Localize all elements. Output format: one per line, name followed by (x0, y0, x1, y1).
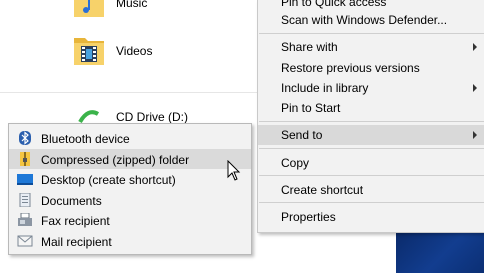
menu-item-label: Share with (281, 40, 338, 54)
documents-icon (19, 193, 31, 207)
menu-item-pin-start[interactable]: Pin to Start (258, 98, 484, 118)
submenu-arrow-icon (473, 84, 477, 92)
context-menu: Pin to Quick access Scan with Windows De… (257, 0, 484, 233)
videos-folder-icon (74, 38, 104, 65)
menu-item-label: Pin to Quick access (281, 0, 387, 9)
submenu-item-label: Mail recipient (41, 235, 112, 249)
menu-separator (259, 175, 484, 176)
desktop-background (396, 230, 484, 273)
menu-item-label: Include in library (281, 81, 369, 95)
send-to-mail[interactable]: Mail recipient (9, 231, 251, 251)
menu-item-label: Send to (281, 128, 323, 142)
menu-item-share-with[interactable]: Share with (258, 37, 484, 57)
menu-item-label: Pin to Start (281, 101, 341, 115)
menu-item-send-to[interactable]: Send to (258, 125, 484, 145)
music-folder-icon (74, 0, 104, 17)
menu-item-label: Scan with Windows Defender... (281, 13, 448, 27)
menu-separator (259, 33, 484, 34)
menu-item-properties[interactable]: Properties (258, 207, 484, 227)
explorer-item-label: Music (116, 0, 148, 10)
submenu-item-label: Compressed (zipped) folder (41, 153, 190, 167)
fax-icon (18, 213, 32, 226)
send-to-compressed-folder[interactable]: Compressed (zipped) folder (9, 149, 251, 169)
explorer-item-label: Videos (116, 44, 153, 58)
section-divider (0, 92, 260, 93)
submenu-item-label: Desktop (create shortcut) (41, 173, 176, 187)
send-to-desktop[interactable]: Desktop (create shortcut) (9, 169, 251, 189)
send-to-bluetooth[interactable]: Bluetooth device (9, 128, 251, 148)
submenu-arrow-icon (473, 43, 477, 51)
submenu-item-label: Fax recipient (41, 214, 110, 228)
send-to-fax[interactable]: Fax recipient (9, 210, 251, 230)
send-to-documents[interactable]: Documents (9, 190, 251, 210)
submenu-item-label: Documents (41, 194, 102, 208)
menu-separator (259, 121, 484, 122)
explorer-item-label: CD Drive (D:) (116, 110, 188, 124)
mouse-pointer-icon (227, 160, 241, 181)
menu-item-label: Properties (281, 210, 336, 224)
menu-item-copy[interactable]: Copy (258, 153, 484, 173)
menu-item-label: Copy (281, 156, 310, 170)
menu-item-restore-versions[interactable]: Restore previous versions (258, 58, 484, 78)
send-to-submenu: Bluetooth device Compressed (zipped) fol… (8, 123, 252, 255)
menu-item-scan-defender[interactable]: Scan with Windows Defender... (258, 10, 484, 30)
menu-item-include-library[interactable]: Include in library (258, 78, 484, 98)
submenu-arrow-icon (473, 131, 477, 139)
zip-folder-icon (20, 152, 30, 166)
menu-separator (259, 202, 484, 203)
desktop-icon (17, 174, 33, 185)
menu-item-label: Create shortcut (281, 183, 364, 197)
menu-item-label: Restore previous versions (281, 61, 420, 75)
mail-icon (17, 235, 33, 247)
bluetooth-icon (19, 131, 31, 145)
menu-item-create-shortcut[interactable]: Create shortcut (258, 180, 484, 200)
menu-separator (259, 148, 484, 149)
submenu-item-label: Bluetooth device (41, 132, 130, 146)
